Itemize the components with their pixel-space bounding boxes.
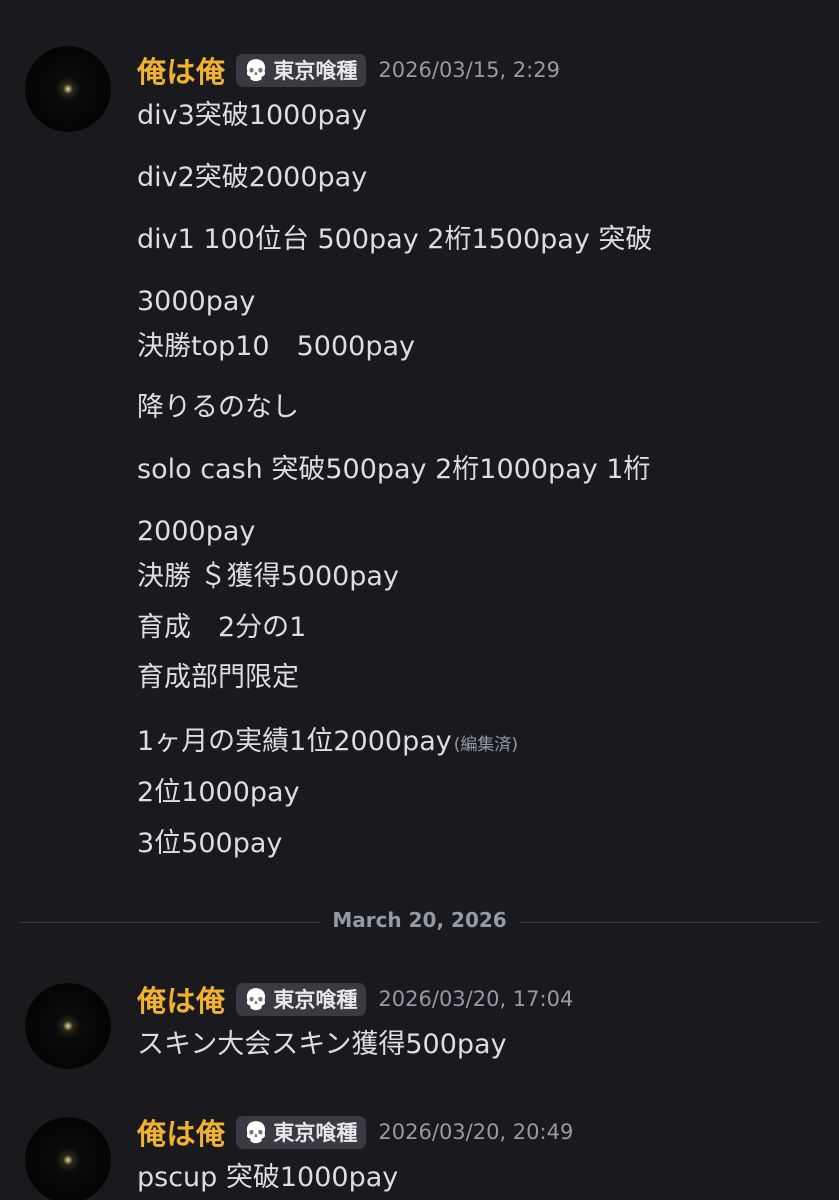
timestamp: 2026/03/20, 20:49: [378, 1120, 574, 1144]
message-header: 俺は俺 💀 東京喰種 2026/03/20, 17:04: [137, 978, 574, 1020]
message-line-text: 1ヶ月の実績1位2000pay: [137, 726, 452, 757]
skull-icon: 💀: [243, 987, 269, 1011]
username[interactable]: 俺は俺: [137, 1111, 226, 1153]
message-line: 決勝top10 5000pay: [137, 331, 415, 362]
message-line: div1 100位台 500pay 2桁1500pay 突破: [137, 224, 653, 255]
edited-label: (編集済): [453, 735, 518, 755]
role-tag[interactable]: 💀 東京喰種: [235, 53, 367, 87]
message-line: 2000pay: [137, 516, 256, 547]
message-line: 決勝 ＄獲得5000pay: [137, 561, 399, 592]
skull-icon: 💀: [243, 1120, 269, 1144]
message-line: div3突破1000pay: [137, 100, 368, 131]
message-line: 育成 2分の1: [137, 612, 307, 643]
date-divider: March 20, 2026: [0, 908, 839, 932]
message-line: 育成部門限定: [137, 662, 299, 693]
role-tag[interactable]: 💀 東京喰種: [235, 982, 367, 1016]
avatar[interactable]: [25, 46, 111, 132]
timestamp: 2026/03/20, 17:04: [378, 987, 574, 1011]
date-divider-label: March 20, 2026: [320, 908, 519, 932]
message-line: 降りるのなし: [137, 392, 299, 423]
message-header: 俺は俺 💀 東京喰種 2026/03/20, 20:49: [137, 1111, 574, 1153]
message-header: 俺は俺 💀 東京喰種 2026/03/15, 2:29: [137, 49, 560, 91]
role-tag-label: 東京喰種: [273, 59, 358, 83]
message-line: 2位1000pay: [137, 777, 300, 808]
message-line: div2突破2000pay: [137, 162, 368, 193]
timestamp: 2026/03/15, 2:29: [378, 58, 560, 82]
role-tag[interactable]: 💀 東京喰種: [235, 1115, 367, 1149]
role-tag-label: 東京喰種: [273, 988, 358, 1012]
username[interactable]: 俺は俺: [137, 49, 226, 91]
message-line: solo cash 突破500pay 2桁1000pay 1桁: [137, 454, 651, 485]
username[interactable]: 俺は俺: [137, 978, 226, 1020]
message-line: 3位500pay: [137, 828, 283, 859]
message-line: スキン大会スキン獲得500pay: [137, 1029, 507, 1060]
avatar[interactable]: [25, 983, 111, 1069]
skull-icon: 💀: [243, 58, 269, 82]
message-line: 1ヶ月の実績1位2000pay (編集済): [137, 724, 518, 763]
avatar[interactable]: [25, 1117, 111, 1200]
message-line: pscup 突破1000pay: [137, 1162, 399, 1193]
message-line: 3000pay: [137, 286, 256, 317]
role-tag-label: 東京喰種: [273, 1121, 358, 1145]
